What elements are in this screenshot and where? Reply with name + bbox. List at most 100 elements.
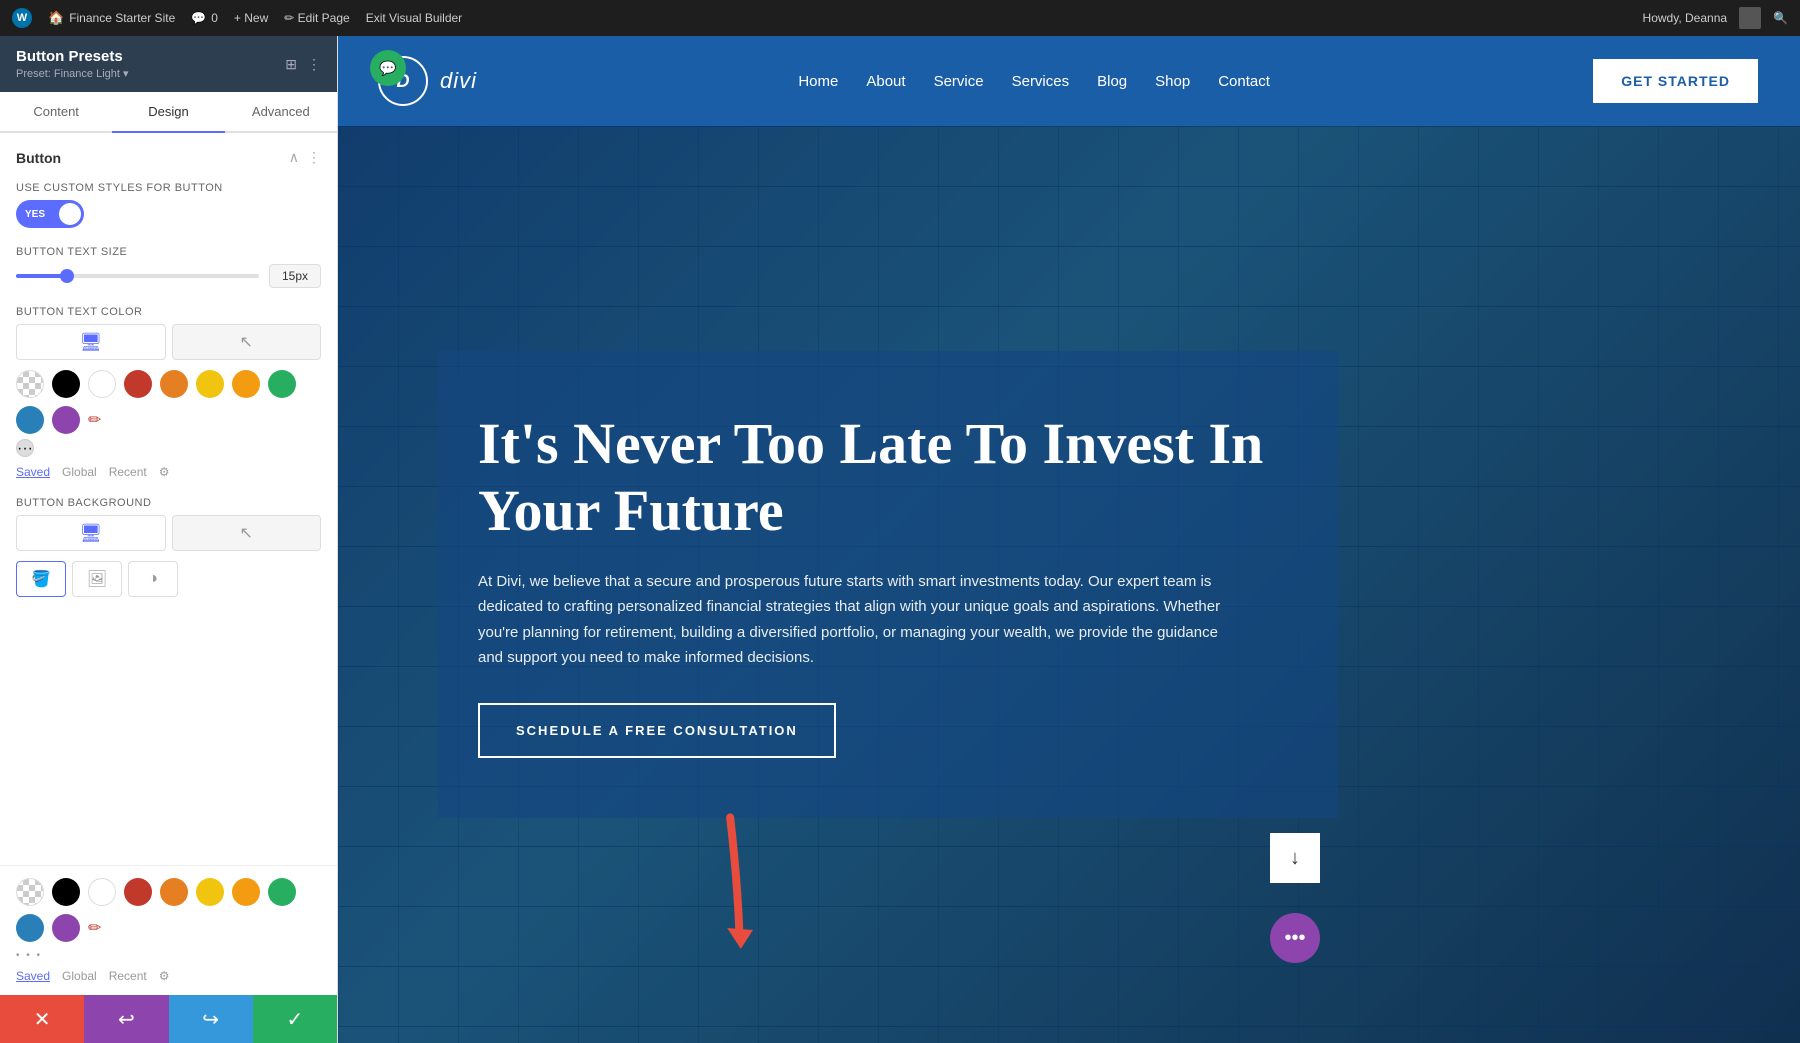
color-tab-saved[interactable]: Saved	[16, 465, 50, 479]
nav-shop[interactable]: Shop	[1155, 73, 1190, 90]
section-icons: ∧ ⋮	[289, 149, 321, 166]
tab-advanced[interactable]: Advanced	[225, 92, 337, 133]
bottom-swatch-green[interactable]	[268, 878, 296, 906]
swatch-green[interactable]	[268, 370, 296, 398]
logo-text: divi	[440, 68, 477, 94]
custom-styles-toggle[interactable]: YES	[16, 200, 84, 228]
schedule-button[interactable]: SCHEDULE A FREE CONSULTATION	[478, 703, 836, 758]
section-title: Button	[16, 150, 61, 166]
bg-color-icon-box[interactable]: 🪣	[16, 561, 66, 597]
nav-contact[interactable]: Contact	[1218, 73, 1270, 90]
left-panel: Button Presets Preset: Finance Light ▾ ⊞…	[0, 36, 338, 1043]
color-box-icon[interactable]: 🖥	[16, 324, 166, 360]
redo-button[interactable]: ↪	[169, 995, 253, 1043]
bottom-swatch-yellow[interactable]	[196, 878, 224, 906]
wp-logo-link[interactable]: W	[12, 8, 32, 28]
swatch-red[interactable]	[124, 370, 152, 398]
slider-track[interactable]	[16, 274, 259, 278]
bg-gradient-icon: ◑	[148, 570, 158, 588]
panel-header-icons: ⊞ ⋮	[285, 56, 321, 73]
custom-styles-field: Use Custom Styles For Button YES	[16, 182, 321, 228]
bg-image-icon: 🖼	[87, 569, 107, 589]
bg-icons-row: 🪣 🖼 ◑	[16, 561, 321, 597]
panel-title-area: Button Presets Preset: Finance Light ▾	[16, 48, 129, 80]
swatch-transparent[interactable]	[16, 370, 44, 398]
slider-row: 15px	[16, 264, 321, 288]
exit-vb-link[interactable]: Exit Visual Builder	[366, 11, 463, 25]
bottom-swatches-section: ✏ • • • Saved Global Recent ⚙	[0, 865, 337, 995]
bottom-swatch-black[interactable]	[52, 878, 80, 906]
section-more-icon[interactable]: ⋮	[307, 149, 321, 166]
nav-blog[interactable]: Blog	[1097, 73, 1127, 90]
color-gear-icon[interactable]: ⚙	[159, 465, 170, 479]
tab-design[interactable]: Design	[112, 92, 224, 133]
color-tab-global[interactable]: Global	[62, 465, 97, 479]
bottom-pencil-icon[interactable]: ✏	[88, 918, 101, 938]
swatch-purple[interactable]	[52, 406, 80, 434]
bg-image-icon-box[interactable]: 🖼	[72, 561, 122, 597]
button-text-size-field: Button Text Size 15px	[16, 246, 321, 288]
undo-button[interactable]: ↩	[84, 995, 168, 1043]
hero-content: It's Never Too Late To Invest In Your Fu…	[438, 351, 1338, 817]
swatch-gold[interactable]	[232, 370, 260, 398]
cancel-button[interactable]: ✕	[0, 995, 84, 1043]
swatch-white[interactable]	[88, 370, 116, 398]
site-menu: Home About Service Services Blog Shop Co…	[798, 73, 1270, 90]
nav-home[interactable]: Home	[798, 73, 838, 90]
user-avatar[interactable]	[1739, 7, 1761, 29]
color-tab-recent[interactable]: Recent	[109, 465, 147, 479]
nav-about[interactable]: About	[866, 73, 905, 90]
save-button[interactable]: ✓	[253, 995, 337, 1043]
bg-gradient-icon-box[interactable]: ◑	[128, 561, 178, 597]
panel-expand-icon[interactable]: ⊞	[285, 56, 297, 73]
bottom-gear-icon[interactable]: ⚙	[159, 969, 170, 983]
slider-thumb[interactable]	[60, 269, 74, 283]
bottom-tab-recent[interactable]: Recent	[109, 969, 147, 983]
hero-section: It's Never Too Late To Invest In Your Fu…	[338, 126, 1800, 1043]
panel-more-icon[interactable]: ⋮	[307, 56, 321, 73]
color-pencil-icon[interactable]: ✏	[88, 410, 101, 430]
new-label: + New	[234, 11, 268, 25]
edit-page-link[interactable]: ✏ Edit Page	[284, 11, 349, 25]
new-link[interactable]: + New	[234, 11, 268, 25]
panel-body: Button ∧ ⋮ Use Custom Styles For Button …	[0, 133, 337, 865]
panel-tabs: Content Design Advanced	[0, 92, 337, 133]
fab-dots-icon: •••	[1284, 927, 1305, 950]
bottom-swatch-white[interactable]	[88, 878, 116, 906]
bottom-swatch-orange[interactable]	[160, 878, 188, 906]
site-name-link[interactable]: 🏠 Finance Starter Site	[48, 10, 175, 26]
bottom-swatch-purple[interactable]	[52, 914, 80, 942]
bottom-swatch-red[interactable]	[124, 878, 152, 906]
bg-color-box-icon[interactable]: 🖥	[16, 515, 166, 551]
toggle-yes-label: YES	[19, 209, 51, 220]
bottom-dots-icon: • • •	[16, 950, 42, 961]
divi-chat-button[interactable]: 💬	[370, 50, 406, 86]
slider-value[interactable]: 15px	[269, 264, 321, 288]
admin-bar: W 🏠 Finance Starter Site 💬 0 + New ✏ Edi…	[0, 0, 1800, 36]
bottom-swatch-gold[interactable]	[232, 878, 260, 906]
comments-link[interactable]: 💬 0	[191, 11, 218, 25]
swatch-black[interactable]	[52, 370, 80, 398]
bg-cursor-icon: ↖	[240, 523, 253, 543]
bottom-swatch-blue[interactable]	[16, 914, 44, 942]
color-cursor-icon: ↖	[240, 332, 253, 352]
tab-content[interactable]: Content	[0, 92, 112, 133]
purple-fab-button[interactable]: •••	[1270, 913, 1320, 963]
section-collapse-icon[interactable]: ∧	[289, 149, 299, 166]
bg-color-box-arrow[interactable]: ↖	[172, 515, 322, 551]
get-started-button[interactable]: GET STARTED	[1591, 57, 1760, 105]
nav-service[interactable]: Service	[934, 73, 984, 90]
down-arrow-button[interactable]: ↓	[1270, 833, 1320, 883]
color-box-arrow[interactable]: ↖	[172, 324, 322, 360]
bottom-swatch-transparent[interactable]	[16, 878, 44, 906]
swatch-blue[interactable]	[16, 406, 44, 434]
bottom-tab-saved[interactable]: Saved	[16, 969, 50, 983]
bottom-tab-global[interactable]: Global	[62, 969, 97, 983]
swatch-yellow[interactable]	[196, 370, 224, 398]
swatch-orange[interactable]	[160, 370, 188, 398]
search-icon[interactable]: 🔍	[1773, 11, 1788, 25]
hero-title: It's Never Too Late To Invest In Your Fu…	[478, 411, 1298, 544]
save-check-icon: ✓	[286, 1007, 303, 1032]
panel-subtitle[interactable]: Preset: Finance Light ▾	[16, 67, 129, 80]
nav-services[interactable]: Services	[1012, 73, 1070, 90]
